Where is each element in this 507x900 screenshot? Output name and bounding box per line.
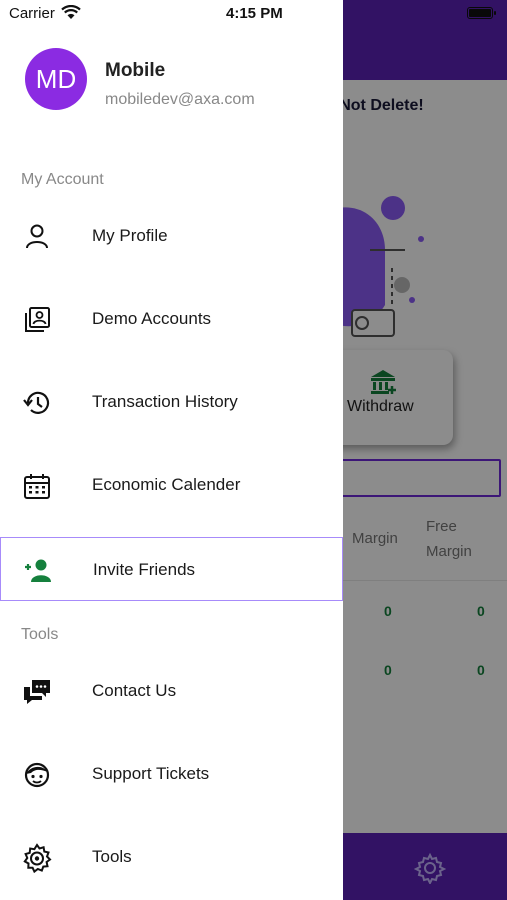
menu-item-label: Tools: [92, 847, 132, 866]
menu-item-demo-accounts[interactable]: Demo Accounts: [0, 287, 343, 351]
menu-item-contact-us[interactable]: Contact Us: [0, 659, 343, 723]
user-email: mobiledev@axa.com: [105, 91, 255, 108]
accounts-icon: [25, 307, 50, 332]
menu-item-support-tickets[interactable]: Support Tickets: [0, 742, 343, 806]
person-icon: [26, 224, 48, 249]
menu-item-label: Demo Accounts: [92, 309, 212, 328]
add-person-icon: [25, 559, 51, 582]
avatar[interactable]: MD: [25, 48, 87, 110]
menu-item-my-profile[interactable]: My Profile: [0, 204, 343, 268]
menu-item-tools[interactable]: Tools: [0, 825, 343, 889]
menu-item-economic-calender[interactable]: Economic Calender: [0, 453, 343, 517]
support-icon: [24, 762, 50, 788]
menu-item-label: Economic Calender: [92, 475, 241, 494]
menu-item-label: Support Tickets: [92, 764, 210, 783]
status-bar: Carrier 4:15 PM: [0, 0, 343, 28]
menu-item-label: My Profile: [92, 226, 168, 245]
gear-icon: [23, 843, 52, 873]
history-icon: [23, 391, 50, 414]
menu-item-label: Invite Friends: [93, 560, 196, 579]
carrier-label: Carrier: [9, 5, 55, 22]
calendar-icon: [24, 474, 50, 499]
user-name: Mobile: [105, 60, 166, 81]
section-title-tools: Tools: [21, 626, 59, 643]
wifi-icon: [61, 5, 81, 19]
chat-icon: [24, 680, 50, 704]
clock: 4:15 PM: [226, 5, 283, 22]
menu-item-invite-friends[interactable]: Invite Friends: [0, 537, 343, 601]
menu-item-label: Transaction History: [92, 392, 238, 411]
section-title-my-account: My Account: [21, 171, 104, 188]
menu-item-transaction-history[interactable]: Transaction History: [0, 370, 343, 434]
navigation-drawer: Carrier 4:15 PM MD Mobile mobiledev@axa.…: [0, 0, 343, 900]
menu-item-label: Contact Us: [92, 681, 177, 700]
